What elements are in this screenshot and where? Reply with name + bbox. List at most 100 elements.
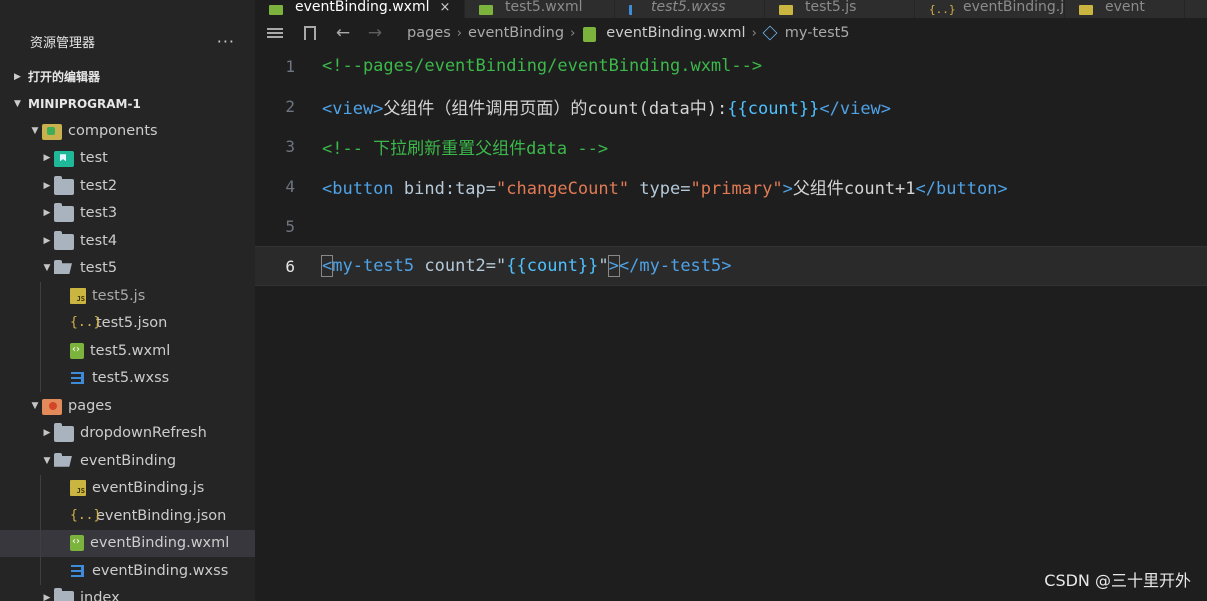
forward-arrow-icon[interactable]: → bbox=[367, 25, 383, 42]
tree-item[interactable]: test5.wxml bbox=[0, 337, 255, 365]
tree-item[interactable]: ▶ test bbox=[0, 145, 255, 173]
tree-item-label: pages bbox=[68, 397, 112, 414]
wxss-file-icon bbox=[629, 5, 639, 15]
wxml-file-icon bbox=[479, 5, 493, 15]
symbol-cube-icon bbox=[762, 25, 778, 41]
indent-guide bbox=[40, 309, 41, 337]
more-actions-button[interactable]: ··· bbox=[217, 32, 235, 51]
indent-guide bbox=[40, 282, 41, 310]
tree-item[interactable]: JS test5.js bbox=[0, 282, 255, 310]
back-arrow-icon[interactable]: ← bbox=[335, 25, 351, 42]
editor-tab[interactable]: test5.js bbox=[765, 0, 915, 18]
code-token: 父组件（组件调用页面）的count(data中): bbox=[383, 98, 728, 119]
code-token: < bbox=[320, 255, 334, 277]
js-file-icon: JS bbox=[70, 287, 86, 304]
wxss-file-icon bbox=[70, 563, 86, 579]
chevron-down-icon: ▼ bbox=[43, 263, 51, 274]
editor-tab[interactable]: event bbox=[1065, 0, 1185, 18]
editor-tab[interactable]: eventBinding.wxml × bbox=[255, 0, 465, 18]
breadcrumb-item[interactable]: eventBinding.wxml bbox=[606, 25, 745, 41]
tree-item[interactable]: ▼ pages bbox=[0, 392, 255, 420]
tree-item[interactable]: ▶ test4 bbox=[0, 227, 255, 255]
tree-item[interactable]: ▶ test2 bbox=[0, 172, 255, 200]
line-number: 6 bbox=[285, 256, 295, 276]
code-text: <!-- 下拉刷新重置父组件data --> bbox=[322, 134, 608, 159]
editor-tab[interactable]: {..} eventBinding.json bbox=[915, 0, 1065, 18]
list-icon[interactable] bbox=[267, 25, 283, 41]
code-line[interactable]: 4 <button bind:tap="changeCount" type="pr… bbox=[255, 166, 1207, 206]
breadcrumb-item[interactable]: pages bbox=[407, 25, 451, 41]
code-editor[interactable]: 1 <!--pages/eventBinding/eventBinding.wxm… bbox=[255, 46, 1207, 601]
open-editors-section[interactable]: ▶ 打开的编辑器 bbox=[0, 63, 255, 90]
chevron-right-icon: ▶ bbox=[43, 180, 51, 191]
files-icon[interactable] bbox=[8, 0, 26, 10]
tree-item[interactable]: {..} test5.json bbox=[0, 309, 255, 337]
code-token: " bbox=[598, 256, 609, 276]
code-text: <my-test5 count2="{{count}}"></my-test5> bbox=[320, 255, 732, 277]
js-file-icon bbox=[779, 5, 793, 15]
code-token: 父组件count+1 bbox=[792, 178, 916, 199]
code-line[interactable]: 6 <my-test5 count2="{{count}}"></my-test5… bbox=[255, 246, 1207, 286]
json-file-icon: {..} bbox=[929, 3, 956, 16]
chevron-down-icon: ▼ bbox=[43, 455, 51, 466]
code-token: > bbox=[607, 255, 620, 277]
close-icon[interactable]: × bbox=[440, 0, 451, 15]
section-label: MINIPROGRAM-1 bbox=[28, 96, 141, 111]
indent-guide bbox=[40, 474, 41, 502]
line-number: 3 bbox=[285, 136, 295, 156]
tree-item[interactable]: eventBinding.wxss bbox=[0, 557, 255, 585]
tree-item-label: eventBinding.json bbox=[96, 507, 227, 524]
tab-label: test5.js bbox=[805, 0, 857, 15]
tree-item-label: test bbox=[80, 150, 108, 167]
bookmark-icon[interactable] bbox=[301, 25, 317, 41]
code-line[interactable]: 3 <!-- 下拉刷新重置父组件data --> bbox=[255, 126, 1207, 166]
explorer-header: 资源管理器 ··· bbox=[0, 28, 255, 54]
tree-item[interactable]: ▶ index bbox=[0, 585, 255, 601]
code-token: </view> bbox=[819, 98, 892, 119]
breadcrumb-item[interactable]: eventBinding bbox=[468, 25, 564, 41]
project-section[interactable]: ▼ MINIPROGRAM-1 bbox=[0, 90, 255, 117]
editor-tab[interactable]: test5.wxss bbox=[615, 0, 765, 18]
search-icon[interactable] bbox=[48, 0, 66, 10]
tree-item[interactable]: ▶ dropdownRefresh bbox=[0, 420, 255, 448]
code-line[interactable]: 1 <!--pages/eventBinding/eventBinding.wxm… bbox=[255, 46, 1207, 86]
chevron-right-icon: › bbox=[456, 25, 462, 41]
editor-tab[interactable]: test5.wxml bbox=[465, 0, 615, 18]
tree-item-label: components bbox=[68, 122, 158, 139]
tree-item-label: test5.js bbox=[92, 287, 146, 304]
folder-icon bbox=[54, 452, 74, 469]
indent-guide bbox=[40, 337, 41, 365]
code-line[interactable]: 5 bbox=[255, 206, 1207, 246]
tree-item-label: test2 bbox=[80, 177, 118, 194]
tree-item-label: test4 bbox=[80, 232, 118, 249]
cloud-icon[interactable] bbox=[208, 0, 226, 10]
tab-label: test5.wxss bbox=[651, 0, 726, 15]
tree-item[interactable]: {..} eventBinding.json bbox=[0, 502, 255, 530]
chevron-right-icon: ▶ bbox=[43, 428, 51, 439]
tree-item[interactable]: eventBinding.wxml bbox=[0, 529, 255, 557]
chevron-right-icon: ▶ bbox=[43, 153, 51, 164]
json-file-icon: {..} bbox=[70, 315, 102, 331]
folder-icon bbox=[54, 230, 74, 250]
wxss-file-icon bbox=[70, 370, 86, 386]
tree-item[interactable]: test5.wxss bbox=[0, 364, 255, 392]
tab-label: eventBinding.wxml bbox=[295, 0, 430, 15]
editor-toolbar: ← → pages › eventBinding › eventBinding.… bbox=[255, 18, 1207, 48]
wxml-file-icon bbox=[70, 535, 84, 552]
extensions-icon[interactable] bbox=[128, 0, 146, 10]
code-line[interactable]: 2 <view>父组件（组件调用页面）的count(data中):{{count}… bbox=[255, 86, 1207, 126]
pages-folder-icon bbox=[42, 398, 62, 415]
breadcrumb-item[interactable]: my-test5 bbox=[785, 25, 850, 41]
tree-item[interactable]: ▼ components bbox=[0, 117, 255, 145]
line-number: 4 bbox=[285, 176, 295, 196]
line-number: 5 bbox=[285, 216, 295, 236]
folder-icon bbox=[54, 260, 74, 276]
tree-item[interactable]: ▼ test5 bbox=[0, 255, 255, 283]
component-folder-icon bbox=[54, 151, 74, 168]
chevron-right-icon: › bbox=[751, 25, 757, 41]
remote-icon[interactable] bbox=[168, 0, 186, 10]
tree-item[interactable]: ▼ eventBinding bbox=[0, 447, 255, 475]
source-control-icon[interactable] bbox=[88, 0, 106, 10]
tree-item[interactable]: JS eventBinding.js bbox=[0, 474, 255, 502]
tree-item[interactable]: ▶ test3 bbox=[0, 200, 255, 228]
